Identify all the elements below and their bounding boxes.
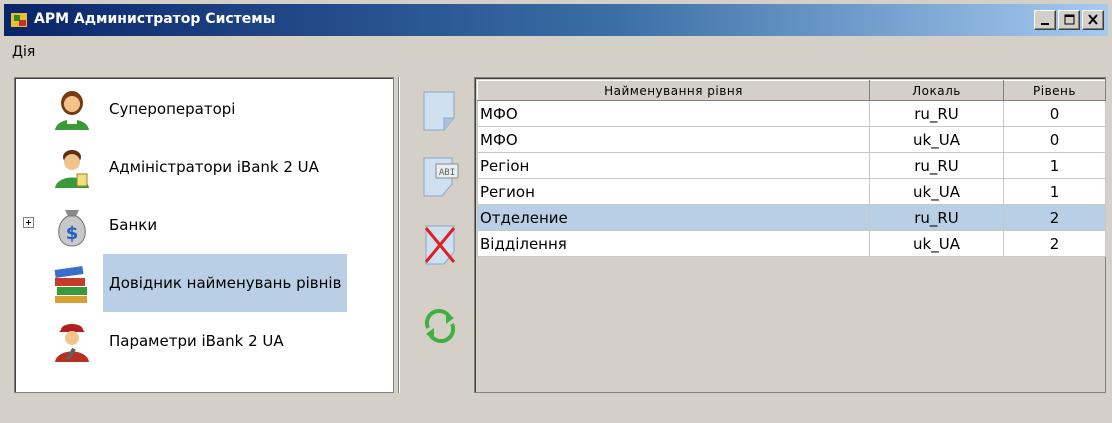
close-button[interactable]	[1082, 10, 1104, 30]
tree-item-label: Адміністратори iBank 2 UA	[109, 158, 319, 176]
table-row-selected[interactable]: Отделение ru_RU 2	[477, 204, 1106, 231]
parameters-user-icon	[55, 324, 89, 362]
books-icon	[54, 266, 87, 303]
table-row[interactable]: Відділення uk_UA 2	[477, 230, 1106, 257]
cell-level: 1	[1003, 178, 1106, 205]
table-row[interactable]: МФО uk_UA 0	[477, 126, 1106, 153]
table-header-row: Найменування рівня Локаль Рівень	[477, 80, 1106, 101]
column-header-locale[interactable]: Локаль	[869, 80, 1004, 101]
cell-level: 2	[1003, 230, 1106, 257]
administrator-icon	[55, 150, 89, 188]
tree-item-label: Супероператорі	[109, 100, 236, 118]
expand-toggle[interactable]	[23, 217, 34, 228]
table-row[interactable]: Регион uk_UA 1	[477, 178, 1106, 205]
column-header-level-name[interactable]: Найменування рівня	[477, 80, 870, 101]
menu-bar: Дія	[4, 40, 1108, 68]
title-bar[interactable]: АРМ Администратор Системы	[4, 4, 1108, 36]
levels-table-panel: Найменування рівня Локаль Рівень МФО ru_…	[474, 77, 1106, 393]
superoperator-icon	[55, 91, 89, 130]
cell-locale: ru_RU	[869, 204, 1004, 231]
tree-item-administrators[interactable]: Адміністратори iBank 2 UA	[15, 138, 391, 196]
close-icon	[1088, 14, 1098, 25]
tree-item-level-names-directory[interactable]: Довідник найменувань рівнів	[15, 254, 391, 312]
table-row[interactable]: МФО ru_RU 0	[477, 100, 1106, 127]
tree-item-superoperators[interactable]: Супероператорі	[15, 80, 391, 138]
window-title: АРМ Администратор Системы	[34, 11, 276, 27]
levels-table: Найменування рівня Локаль Рівень МФО ru_…	[477, 80, 1106, 257]
cell-level: 1	[1003, 152, 1106, 179]
window-controls	[1034, 10, 1104, 30]
cell-level-name: Отделение	[477, 204, 870, 231]
tree-item-parameters[interactable]: Параметри iBank 2 UA	[15, 312, 391, 370]
new-record-button[interactable]	[418, 86, 462, 136]
refresh-button[interactable]	[418, 302, 462, 352]
tree-item-banks[interactable]: $ Банки	[15, 196, 391, 254]
maximize-icon	[1064, 14, 1075, 25]
tree-item-label: Довідник найменувань рівнів	[103, 254, 348, 312]
cell-level: 0	[1003, 100, 1106, 127]
refresh-icon	[424, 308, 456, 344]
cell-level-name: Регіон	[477, 152, 870, 179]
cell-locale: uk_UA	[869, 126, 1004, 153]
svg-text:$: $	[66, 223, 79, 244]
vertical-toolbar: ABI	[418, 80, 468, 380]
cell-locale: uk_UA	[869, 230, 1004, 257]
menu-action[interactable]: Дія	[12, 44, 35, 60]
app-window: АРМ Администратор Системы Дія Суперопера…	[0, 0, 1112, 423]
table-row[interactable]: Регіон ru_RU 1	[477, 152, 1106, 179]
cell-locale: uk_UA	[869, 178, 1004, 205]
edit-record-button[interactable]: ABI	[418, 152, 462, 202]
delete-document-icon	[424, 225, 456, 265]
cell-level: 0	[1003, 126, 1106, 153]
new-document-icon	[423, 91, 455, 131]
edit-document-icon: ABI	[423, 157, 459, 197]
cell-level-name: МФО	[477, 126, 870, 153]
delete-record-button[interactable]	[418, 220, 462, 270]
svg-text:ABI: ABI	[439, 168, 455, 178]
panel-splitter[interactable]	[398, 77, 400, 393]
minimize-icon	[1041, 23, 1049, 25]
status-bar	[4, 398, 1108, 420]
cell-level-name: МФО	[477, 100, 870, 127]
tree-item-label: Параметри iBank 2 UA	[109, 332, 284, 350]
cell-level-name: Регион	[477, 178, 870, 205]
app-icon	[11, 13, 27, 27]
tree-item-label: Банки	[109, 216, 158, 234]
cell-level-name: Відділення	[477, 230, 870, 257]
money-bag-icon: $	[58, 210, 86, 247]
cell-locale: ru_RU	[869, 152, 1004, 179]
minimize-button[interactable]	[1034, 10, 1056, 30]
cell-locale: ru_RU	[869, 100, 1004, 127]
column-header-level[interactable]: Рівень	[1003, 80, 1106, 101]
cell-level: 2	[1003, 204, 1106, 231]
maximize-button[interactable]	[1058, 10, 1080, 30]
navigation-tree: Супероператорі Адміністратори iBank 2 UA…	[14, 77, 394, 393]
